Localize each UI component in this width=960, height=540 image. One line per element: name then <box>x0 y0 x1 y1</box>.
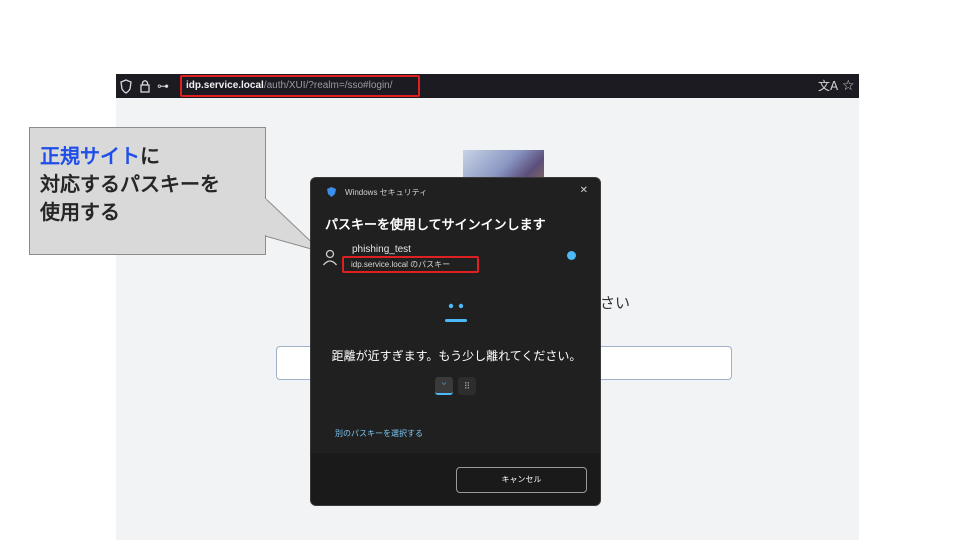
callout-box: 正規サイトに 対応するパスキーを 使用する <box>29 127 266 255</box>
windows-security-shield-icon <box>327 187 336 197</box>
callout-highlight: 正規サイト <box>40 146 140 168</box>
face-method-icon[interactable]: ᵕ <box>435 377 453 395</box>
pin-method-icon[interactable]: ⠿ <box>458 377 476 395</box>
info-icon[interactable] <box>567 251 576 260</box>
dialog-title: パスキーを使用してサインインします <box>325 217 546 232</box>
dialog-app-name: Windows セキュリティ <box>345 188 428 197</box>
slide: ⊶ idp.service.local/auth/XUI/?realm=/sso… <box>0 0 960 540</box>
dialog-footer: キャンセル <box>311 453 600 505</box>
face-recognition-icon <box>445 303 467 322</box>
person-icon <box>322 249 338 266</box>
passkey-label-highlight: idp.service.local のパスキー <box>342 256 479 273</box>
passkey-label: idp.service.local のパスキー <box>351 260 451 269</box>
windows-security-dialog: Windows セキュリティ ✕ パスキーを使用してサインインします phish… <box>310 177 601 506</box>
cancel-button[interactable]: キャンセル <box>456 467 587 493</box>
choose-other-passkey-link[interactable]: 別のパスキーを選択する <box>335 428 423 439</box>
callout-line-1: 正規サイトに <box>40 146 160 168</box>
callout-text: 正規サイトに 対応するパスキーを 使用する <box>40 143 265 227</box>
close-icon[interactable]: ✕ <box>580 185 588 196</box>
account-name: phishing_test <box>352 244 411 255</box>
callout-line-2: 対応するパスキーを <box>40 174 220 196</box>
callout-line-3: 使用する <box>40 202 120 224</box>
dialog-message: 距離が近すぎます。もう少し離れてください。 <box>331 349 582 363</box>
